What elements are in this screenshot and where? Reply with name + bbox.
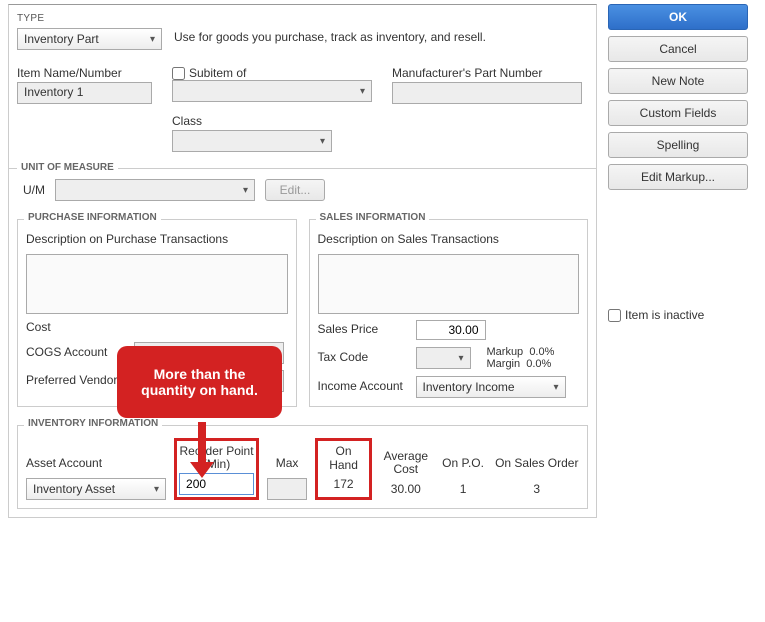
sales-desc-label: Description on Sales Transactions [318,232,580,246]
cost-label: Cost [26,320,126,334]
max-label: Max [276,448,299,478]
sales-desc-input[interactable] [318,254,580,314]
cogs-label: COGS Account [26,345,126,359]
cancel-button[interactable]: Cancel [608,36,748,62]
onpo-label: On P.O. [442,448,484,478]
tax-select[interactable] [416,347,471,369]
markup-label: Markup [487,346,524,358]
uom-label: U/M [23,183,45,197]
uom-select[interactable] [55,179,255,201]
type-select[interactable]: Inventory Part [17,28,162,50]
markup-value: 0.0% [529,346,554,358]
type-value: Inventory Part [24,32,99,46]
subitem-checkbox[interactable] [172,67,185,80]
new-note-button[interactable]: New Note [608,68,748,94]
inactive-label: Item is inactive [625,308,704,322]
class-select[interactable] [172,130,332,152]
spelling-button[interactable]: Spelling [608,132,748,158]
mfr-input[interactable] [392,82,582,104]
income-value: Inventory Income [423,380,515,394]
subitem-label: Subitem of [189,66,246,80]
margin-label: Margin [487,358,521,370]
uom-section-label: UNIT OF MEASURE [17,162,118,173]
margin-value: 0.0% [526,358,551,370]
mfr-label: Manufacturer's Part Number [392,66,588,80]
subitem-select[interactable] [172,80,372,102]
asset-value: Inventory Asset [33,482,115,496]
purchase-desc-input[interactable] [26,254,288,314]
onhand-label: On Hand [320,443,367,473]
sales-section-label: SALES INFORMATION [316,212,430,223]
income-label: Income Account [318,379,408,393]
onhand-value: 172 [334,473,354,495]
type-section-label: TYPE [17,13,588,24]
tax-label: Tax Code [318,350,408,364]
uom-edit-button[interactable]: Edit... [265,179,325,201]
item-name-input[interactable]: Inventory 1 [17,82,152,104]
vendor-label: Preferred Vendor [26,373,126,387]
income-select[interactable]: Inventory Income [416,376,566,398]
asset-label: Asset Account [26,448,102,478]
onpo-value: 1 [460,478,467,500]
sales-panel: SALES INFORMATION Description on Sales T… [309,219,589,407]
callout-annotation: More than the quantity on hand. [117,346,282,418]
onso-value: 3 [533,478,540,500]
class-label: Class [172,114,588,128]
inventory-panel: INVENTORY INFORMATION Asset Account Inve… [17,425,588,509]
inventory-section-label: INVENTORY INFORMATION [24,418,162,429]
max-input[interactable] [267,478,307,500]
inactive-checkbox[interactable] [608,309,621,322]
purchase-desc-label: Description on Purchase Transactions [26,232,288,246]
sales-price-label: Sales Price [318,322,408,336]
avgcost-label: Average Cost [380,448,432,478]
purchase-section-label: PURCHASE INFORMATION [24,212,161,223]
edit-markup-button[interactable]: Edit Markup... [608,164,748,190]
item-name-label: Item Name/Number [17,66,152,80]
avgcost-value: 30.00 [391,478,421,500]
asset-select[interactable]: Inventory Asset [26,478,166,500]
sales-price-input[interactable] [416,320,486,340]
ok-button[interactable]: OK [608,4,748,30]
onso-label: On Sales Order [495,448,578,478]
arrow-icon [198,422,214,478]
custom-fields-button[interactable]: Custom Fields [608,100,748,126]
type-description: Use for goods you purchase, track as inv… [174,28,588,44]
